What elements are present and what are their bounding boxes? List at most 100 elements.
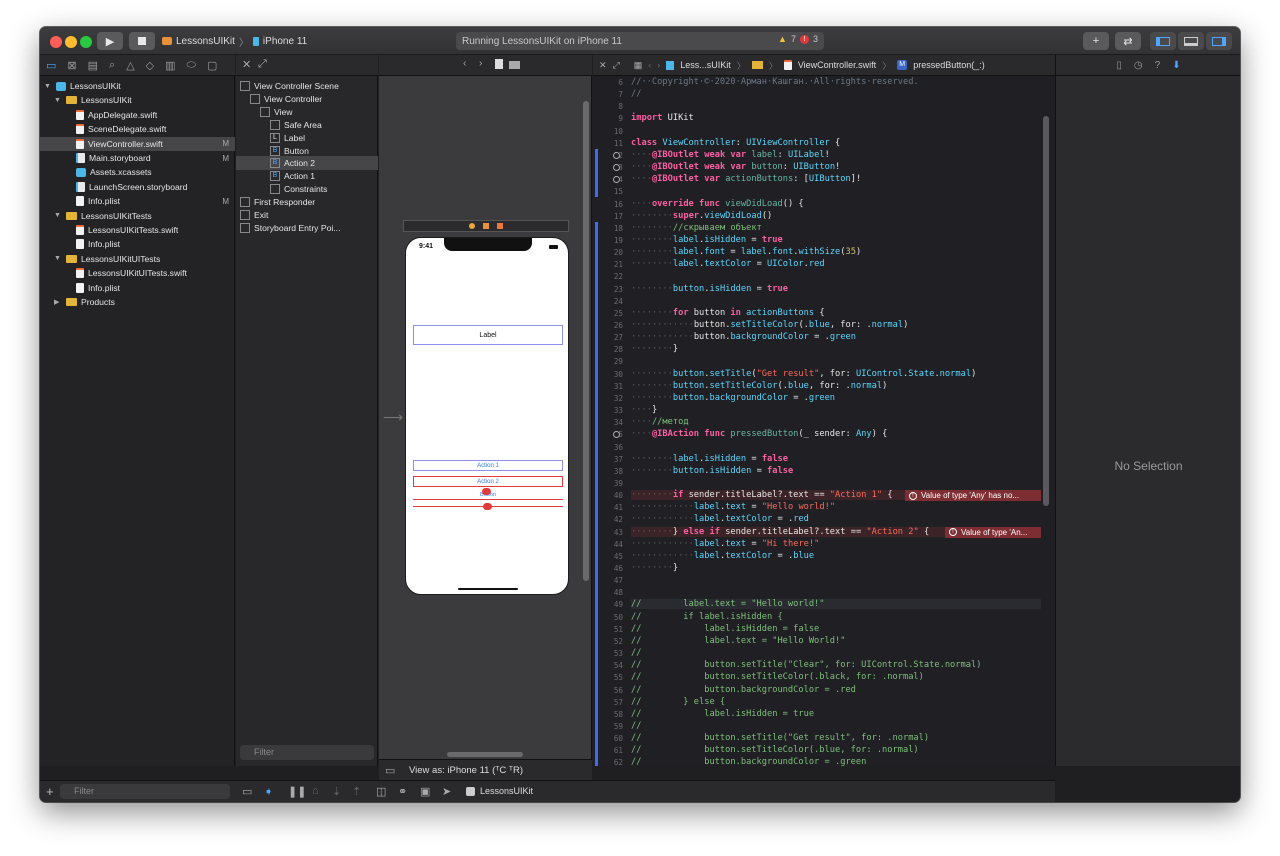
code-line[interactable]: //: [631, 721, 641, 731]
disclosure-icon[interactable]: ▼: [54, 255, 62, 262]
code-line[interactable]: ········label.isHidden = true: [631, 235, 783, 245]
code-line[interactable]: ········button.backgroundColor = .green: [631, 393, 835, 403]
report-icon[interactable]: ▢: [207, 59, 217, 72]
code-line[interactable]: ········label.textColor = UIColor.red: [631, 259, 825, 269]
outline-item[interactable]: Exit: [236, 208, 378, 222]
code-line[interactable]: //: [631, 89, 641, 99]
error-annotation[interactable]: ! Value of type 'An...: [945, 526, 1041, 538]
code-line[interactable]: ············button.setTitleColor(.blue, …: [631, 320, 908, 330]
constraint-error-icon-2[interactable]: [483, 503, 492, 510]
code-line[interactable]: // button.setTitleColor(.black, for: .no…: [631, 672, 924, 682]
code-editor[interactable]: 6 //··Copyright·©·2020·Арман·Кашган.·All·…: [593, 76, 1055, 766]
folder-icon[interactable]: ▭: [46, 59, 56, 72]
code-line[interactable]: ············label.text = "Hello world!": [631, 502, 835, 512]
step-out-icon[interactable]: ⇡: [352, 785, 361, 798]
code-line[interactable]: // } else {: [631, 697, 725, 707]
code-line[interactable]: //: [631, 648, 641, 658]
navigator-item[interactable]: Info.plist: [40, 237, 235, 251]
environment-icon[interactable]: ▣: [420, 785, 430, 798]
navigator-filter-input[interactable]: Filter: [60, 784, 230, 799]
code-line[interactable]: // button.backgroundColor = .green: [631, 757, 866, 766]
outline-item[interactable]: Constraints: [236, 182, 378, 196]
stop-button[interactable]: [129, 32, 155, 50]
disclosure-icon[interactable]: ▼: [54, 212, 62, 219]
code-line[interactable]: // label.isHidden = false: [631, 624, 819, 634]
code-line[interactable]: ····@IBOutlet var actionButtons: [UIButt…: [631, 174, 861, 184]
code-line[interactable]: class ViewController: UIViewController {: [631, 138, 840, 148]
code-line[interactable]: ····override func viewDidLoad() {: [631, 199, 804, 209]
storyboard-canvas[interactable]: ⟶ 9:41 Label Action 1 Action 2 Button: [379, 76, 592, 766]
code-line[interactable]: // button.backgroundColor = .red: [631, 685, 856, 695]
disclosure-icon[interactable]: ▼: [44, 83, 52, 90]
toggle-debug-button[interactable]: [1178, 32, 1204, 50]
code-line[interactable]: ········//скрываем объект: [631, 223, 762, 233]
pause-icon[interactable]: ❚❚: [288, 785, 306, 798]
editor-scrollbar[interactable]: [1043, 116, 1049, 506]
code-line[interactable]: ····}: [631, 405, 657, 415]
zoom-window-button[interactable]: [80, 36, 92, 48]
outline-item[interactable]: View Controller: [236, 92, 378, 106]
canvas-scrollbar[interactable]: [583, 101, 589, 581]
view-debugger-icon[interactable]: ◫: [376, 785, 386, 798]
forward-icon[interactable]: ›: [479, 58, 482, 69]
outline-filter-input[interactable]: Filter: [240, 745, 374, 760]
navigator-item[interactable]: LessonsUIKitUITests.swift: [40, 266, 235, 280]
warning-icon[interactable]: ▲: [778, 34, 787, 44]
toggle-navigator-button[interactable]: [1150, 32, 1176, 50]
project-crumb[interactable]: Less...sUIKit: [680, 60, 731, 70]
back-icon[interactable]: ‹: [463, 58, 466, 69]
close-icon[interactable]: ✕: [242, 58, 251, 71]
debug-icon[interactable]: ▥: [165, 59, 175, 72]
view-controller-dock-icon[interactable]: [469, 223, 475, 229]
code-line[interactable]: //··Copyright·©·2020·Арман·Кашган.·All·r…: [631, 77, 919, 87]
navigator-item[interactable]: SceneDelegate.swift: [40, 122, 235, 136]
history-inspector-icon[interactable]: ◷: [1134, 60, 1143, 71]
back-nav-icon[interactable]: ‹: [648, 60, 651, 70]
outline-item[interactable]: First Responder: [236, 195, 378, 209]
code-line[interactable]: ········button.setTitle("Get result", fo…: [631, 369, 976, 379]
code-line[interactable]: // if label.isHidden {: [631, 612, 783, 622]
navigator-item[interactable]: Main.storyboard M: [40, 151, 235, 165]
run-button[interactable]: ▶: [97, 32, 123, 50]
navigator-item[interactable]: LessonsUIKitTests.swift: [40, 223, 235, 237]
code-line[interactable]: // button.setTitle("Get result", for: .n…: [631, 733, 929, 743]
action1-button[interactable]: Action 1: [413, 460, 563, 471]
file-inspector-icon[interactable]: ▯: [1116, 60, 1122, 71]
code-line[interactable]: ········button.isHidden = false: [631, 466, 793, 476]
grid-icon[interactable]: ▦: [634, 60, 643, 71]
location-icon[interactable]: ➤: [442, 785, 451, 798]
navigator-item[interactable]: ▼ LessonsUIKitTests: [40, 209, 235, 223]
code-line[interactable]: ········super.viewDidLoad(): [631, 211, 772, 221]
code-line[interactable]: ····//метод: [631, 417, 689, 427]
help-inspector-icon[interactable]: ?: [1155, 60, 1161, 71]
navigator-item[interactable]: AppDelegate.swift: [40, 108, 235, 122]
code-line[interactable]: // button.setTitle("Clear", for: UIContr…: [631, 660, 981, 670]
search-icon[interactable]: ⌕: [109, 59, 115, 72]
attributes-inspector-icon[interactable]: ⬇: [1172, 60, 1180, 71]
code-line[interactable]: ········label.font = label.font.withSize…: [631, 247, 861, 257]
close-editor-icon[interactable]: ✕: [599, 60, 607, 71]
test-icon[interactable]: ◇: [146, 59, 154, 72]
issue-icon[interactable]: △: [126, 59, 134, 72]
add-icon[interactable]: +: [46, 784, 54, 799]
library-button[interactable]: +: [1083, 32, 1109, 50]
code-line[interactable]: ····@IBOutlet weak var label: UILabel!: [631, 150, 830, 160]
action2-button[interactable]: Action 2: [413, 476, 563, 487]
outline-item[interactable]: Safe Area: [236, 118, 378, 132]
toggle-inspector-button[interactable]: [1206, 32, 1232, 50]
console-toggle-icon[interactable]: ▭: [242, 785, 252, 798]
symbol-icon[interactable]: ▤: [88, 59, 98, 72]
forward-nav-icon[interactable]: ›: [657, 60, 660, 70]
code-line[interactable]: ····@IBOutlet weak var button: UIButton!: [631, 162, 840, 172]
step-into-icon[interactable]: ⇣: [332, 785, 341, 798]
expand-editor-icon[interactable]: ⤢: [613, 60, 620, 71]
view-as-label[interactable]: View as: iPhone 11 (ᵀC ᵀR): [409, 765, 523, 776]
navigator-item[interactable]: ViewController.swift M: [40, 136, 235, 151]
code-line[interactable]: ········label.isHidden = false: [631, 454, 788, 464]
navigator-item[interactable]: Info.plist: [40, 281, 235, 295]
device-config-icon[interactable]: ▭: [385, 764, 395, 777]
code-line[interactable]: import UIKit: [631, 113, 694, 123]
navigator-item[interactable]: ▼ LessonsUIKit: [40, 79, 235, 93]
exit-dock-icon[interactable]: [497, 223, 503, 229]
navigator-item[interactable]: ▶ Products: [40, 295, 235, 309]
